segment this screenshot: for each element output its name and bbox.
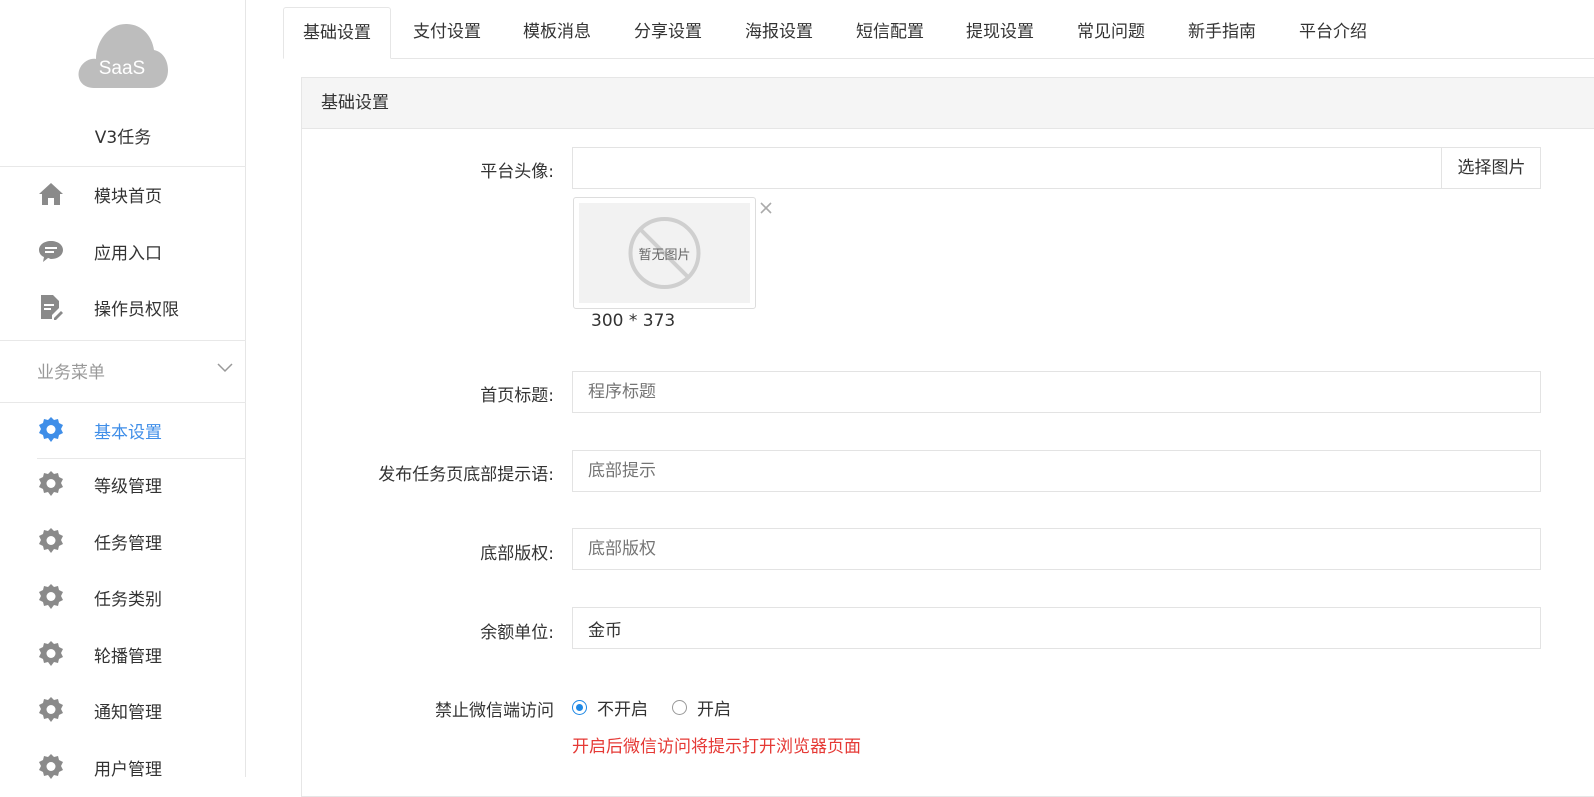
sidebar-item-label: 通知管理 xyxy=(94,702,162,723)
home-title-label: 首页标题: xyxy=(480,386,554,406)
footer-copyright-input[interactable] xyxy=(572,528,1541,570)
sidebar-item-label: 等级管理 xyxy=(94,476,162,497)
sidebar-item-label: 模块首页 xyxy=(94,186,162,207)
divider xyxy=(0,166,246,167)
radio-off-label[interactable]: 不开启 xyxy=(597,695,648,720)
balance-unit-input[interactable] xyxy=(572,607,1541,649)
tab-platform-intro[interactable]: 平台介绍 xyxy=(1281,7,1385,59)
tab-beginner-guide[interactable]: 新手指南 xyxy=(1170,7,1274,59)
tab-basic-settings[interactable]: 基础设置 xyxy=(283,7,391,59)
balance-unit-label: 余额单位: xyxy=(480,623,554,643)
task-footer-tip-input[interactable] xyxy=(572,450,1541,492)
divider xyxy=(0,340,246,341)
sidebar-item-task-management[interactable]: 任务管理 xyxy=(0,516,246,566)
sidebar-item-user-management[interactable]: 用户管理 xyxy=(0,742,246,792)
wechat-hint: 开启后微信访问将提示打开浏览器页面 xyxy=(572,737,861,757)
divider xyxy=(0,402,246,403)
sidebar-item-notice-management[interactable]: 通知管理 xyxy=(0,685,246,735)
tab-poster-settings[interactable]: 海报设置 xyxy=(727,7,831,59)
document-edit-icon xyxy=(38,294,64,320)
gear-icon xyxy=(38,584,64,610)
close-icon[interactable] xyxy=(758,200,776,218)
chat-icon xyxy=(38,238,64,264)
sidebar-item-label: 轮播管理 xyxy=(94,646,162,667)
task-footer-tip-label: 发布任务页底部提示语: xyxy=(378,465,554,485)
sidebar-item-label: 基本设置 xyxy=(94,422,162,443)
avatar-label: 平台头像: xyxy=(480,162,554,182)
gear-icon xyxy=(38,754,64,780)
sidebar-item-task-category[interactable]: 任务类别 xyxy=(0,572,246,622)
radio-on[interactable] xyxy=(672,700,687,715)
sidebar-item-module-home[interactable]: 模块首页 xyxy=(0,169,246,219)
radio-on-label[interactable]: 开启 xyxy=(697,695,731,720)
tab-share-settings[interactable]: 分享设置 xyxy=(616,7,720,59)
sidebar-item-carousel-management[interactable]: 轮播管理 xyxy=(0,629,246,679)
tab-payment-settings[interactable]: 支付设置 xyxy=(395,7,499,59)
sidebar-item-level-management[interactable]: 等级管理 xyxy=(0,459,246,509)
gear-icon xyxy=(38,697,64,723)
sidebar-item-label: 应用入口 xyxy=(94,243,162,264)
home-icon xyxy=(38,181,64,207)
gear-icon xyxy=(38,417,64,443)
no-image-text: 暂无图片 xyxy=(638,248,690,263)
block-wechat-label: 禁止微信端访问 xyxy=(435,701,554,721)
tab-template-messages[interactable]: 模板消息 xyxy=(505,7,609,59)
no-image-placeholder: 暂无图片 xyxy=(579,203,750,303)
sidebar-item-label: 用户管理 xyxy=(94,759,162,780)
home-title-input[interactable] xyxy=(572,371,1541,413)
sidebar-item-label: 任务管理 xyxy=(94,533,162,554)
chevron-down-icon[interactable] xyxy=(216,358,234,376)
select-image-button[interactable]: 选择图片 xyxy=(1441,147,1541,189)
footer-copyright-label: 底部版权: xyxy=(480,544,554,564)
avatar-input[interactable] xyxy=(572,147,1442,189)
sidebar-item-app-entry[interactable]: 应用入口 xyxy=(0,226,246,276)
block-wechat-radio-group: 不开启 开启 xyxy=(572,695,731,720)
saas-logo: SaaS xyxy=(76,22,168,90)
gear-icon xyxy=(38,471,64,497)
image-thumbnail: 暂无图片 xyxy=(573,197,756,309)
section-title-business-menu[interactable]: 业务菜单 xyxy=(37,358,105,383)
settings-tabs: 基础设置 支付设置 模板消息 分享设置 海报设置 短信配置 提现设置 常见问题 … xyxy=(283,7,1594,59)
gear-icon xyxy=(38,528,64,554)
tab-withdraw-settings[interactable]: 提现设置 xyxy=(948,7,1052,59)
sidebar-item-label: 任务类别 xyxy=(94,589,162,610)
tab-sms-config[interactable]: 短信配置 xyxy=(838,7,942,59)
sidebar: SaaS V3任务 模块首页 应用入口 操作员权限 业务菜单 基本设置 等级管理… xyxy=(0,0,246,780)
app-name: V3任务 xyxy=(94,128,152,148)
image-size-hint: 300 * 373 xyxy=(591,311,676,331)
sidebar-item-label: 操作员权限 xyxy=(94,299,179,320)
panel-title: 基础设置 xyxy=(302,78,1594,129)
tab-faq[interactable]: 常见问题 xyxy=(1059,7,1163,59)
logo-text: SaaS xyxy=(99,58,145,79)
sidebar-item-basic-settings[interactable]: 基本设置 xyxy=(0,405,246,455)
sidebar-item-operator-permissions[interactable]: 操作员权限 xyxy=(0,282,246,332)
radio-off[interactable] xyxy=(572,700,587,715)
gear-icon xyxy=(38,641,64,667)
